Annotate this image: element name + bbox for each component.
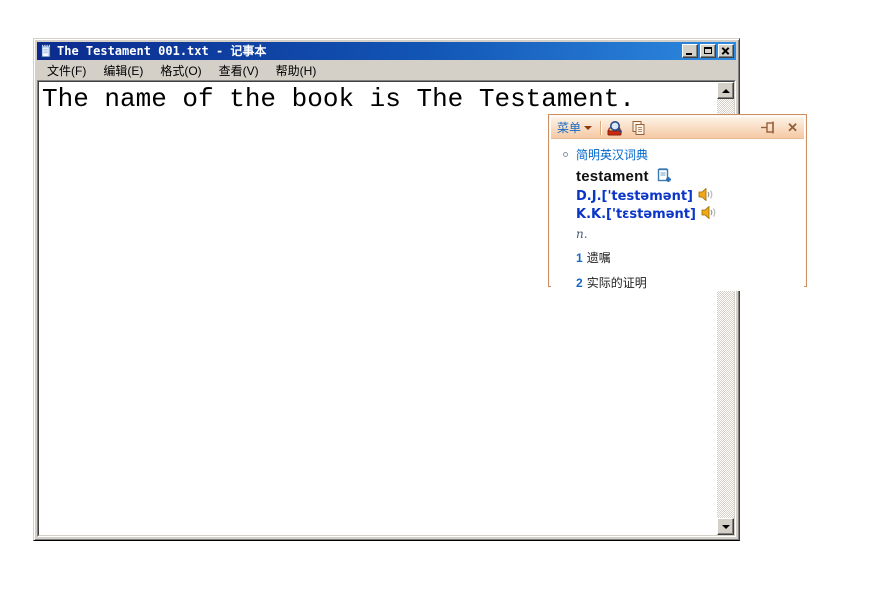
- dictionary-name-row: 简明英汉词典: [563, 146, 798, 163]
- definition-number: 2: [576, 276, 583, 290]
- popup-close-icon[interactable]: ✕: [787, 121, 798, 134]
- pin-icon[interactable]: [761, 121, 777, 134]
- definition-text: 实际的证明: [587, 274, 647, 291]
- definition-row-2: 2 实际的证明: [576, 274, 798, 291]
- part-of-speech: n.: [576, 227, 588, 241]
- dictionary-popup: 菜单: [548, 114, 807, 287]
- dictionary-name-link[interactable]: 简明英汉词典: [576, 146, 648, 163]
- popup-menu-label: 菜单: [557, 119, 581, 136]
- popup-body: 简明英汉词典 testament: [551, 139, 804, 291]
- chevron-down-icon: [584, 126, 592, 130]
- maximize-icon: [704, 47, 712, 54]
- scroll-down-icon: [722, 525, 730, 529]
- titlebar[interactable]: The Testament 001.txt - 记事本: [37, 42, 736, 60]
- scroll-down-button[interactable]: [717, 518, 734, 535]
- minimize-button[interactable]: [682, 44, 698, 58]
- scroll-up-button[interactable]: [717, 82, 734, 99]
- phonetic-kk: K.K.['tɛstəmənt]: [576, 207, 696, 222]
- add-to-wordbook-icon[interactable]: [656, 167, 672, 186]
- maximize-button[interactable]: [700, 44, 716, 58]
- menu-view[interactable]: 查看(V): [214, 60, 264, 81]
- bullet-icon: [563, 152, 568, 157]
- speaker-icon-dj[interactable]: [698, 188, 714, 204]
- headword-row: testament: [576, 167, 798, 186]
- scroll-up-icon: [722, 89, 730, 93]
- toolbar-divider: [600, 121, 601, 135]
- part-of-speech-row: n.: [576, 227, 798, 241]
- copy-icon[interactable]: [631, 120, 646, 136]
- popup-toolbar: 菜单: [551, 117, 804, 139]
- phonetic-dj: D.J.['testəmənt]: [576, 189, 693, 204]
- menu-format[interactable]: 格式(O): [155, 60, 206, 81]
- menubar: 文件(F) 编辑(E) 格式(O) 查看(V) 帮助(H): [37, 60, 736, 80]
- speaker-icon-kk[interactable]: [701, 206, 717, 222]
- window-title: The Testament 001.txt - 记事本: [57, 42, 680, 60]
- close-button[interactable]: [718, 44, 734, 58]
- document-text[interactable]: The name of the book is The Testament.: [42, 82, 714, 116]
- popup-menu-button[interactable]: 菜单: [557, 119, 592, 136]
- notepad-icon: [39, 44, 53, 58]
- desktop: The Testament 001.txt - 记事本 文件(F) 编辑(E) …: [0, 0, 878, 592]
- menu-edit[interactable]: 编辑(E): [98, 60, 148, 81]
- menu-help[interactable]: 帮助(H): [271, 60, 322, 81]
- phonetic-row-dj: D.J.['testəmənt]: [576, 188, 798, 204]
- close-icon: [719, 45, 733, 57]
- menu-file[interactable]: 文件(F): [42, 60, 91, 81]
- headword: testament: [576, 168, 649, 185]
- dictionary-search-icon[interactable]: [607, 120, 625, 136]
- definition-number: 1: [576, 251, 583, 265]
- definition-row-1: 1 遗嘱: [576, 249, 798, 266]
- definition-text: 遗嘱: [587, 249, 611, 266]
- phonetic-row-kk: K.K.['tɛstəmənt]: [576, 206, 798, 222]
- minimize-icon: [686, 53, 692, 55]
